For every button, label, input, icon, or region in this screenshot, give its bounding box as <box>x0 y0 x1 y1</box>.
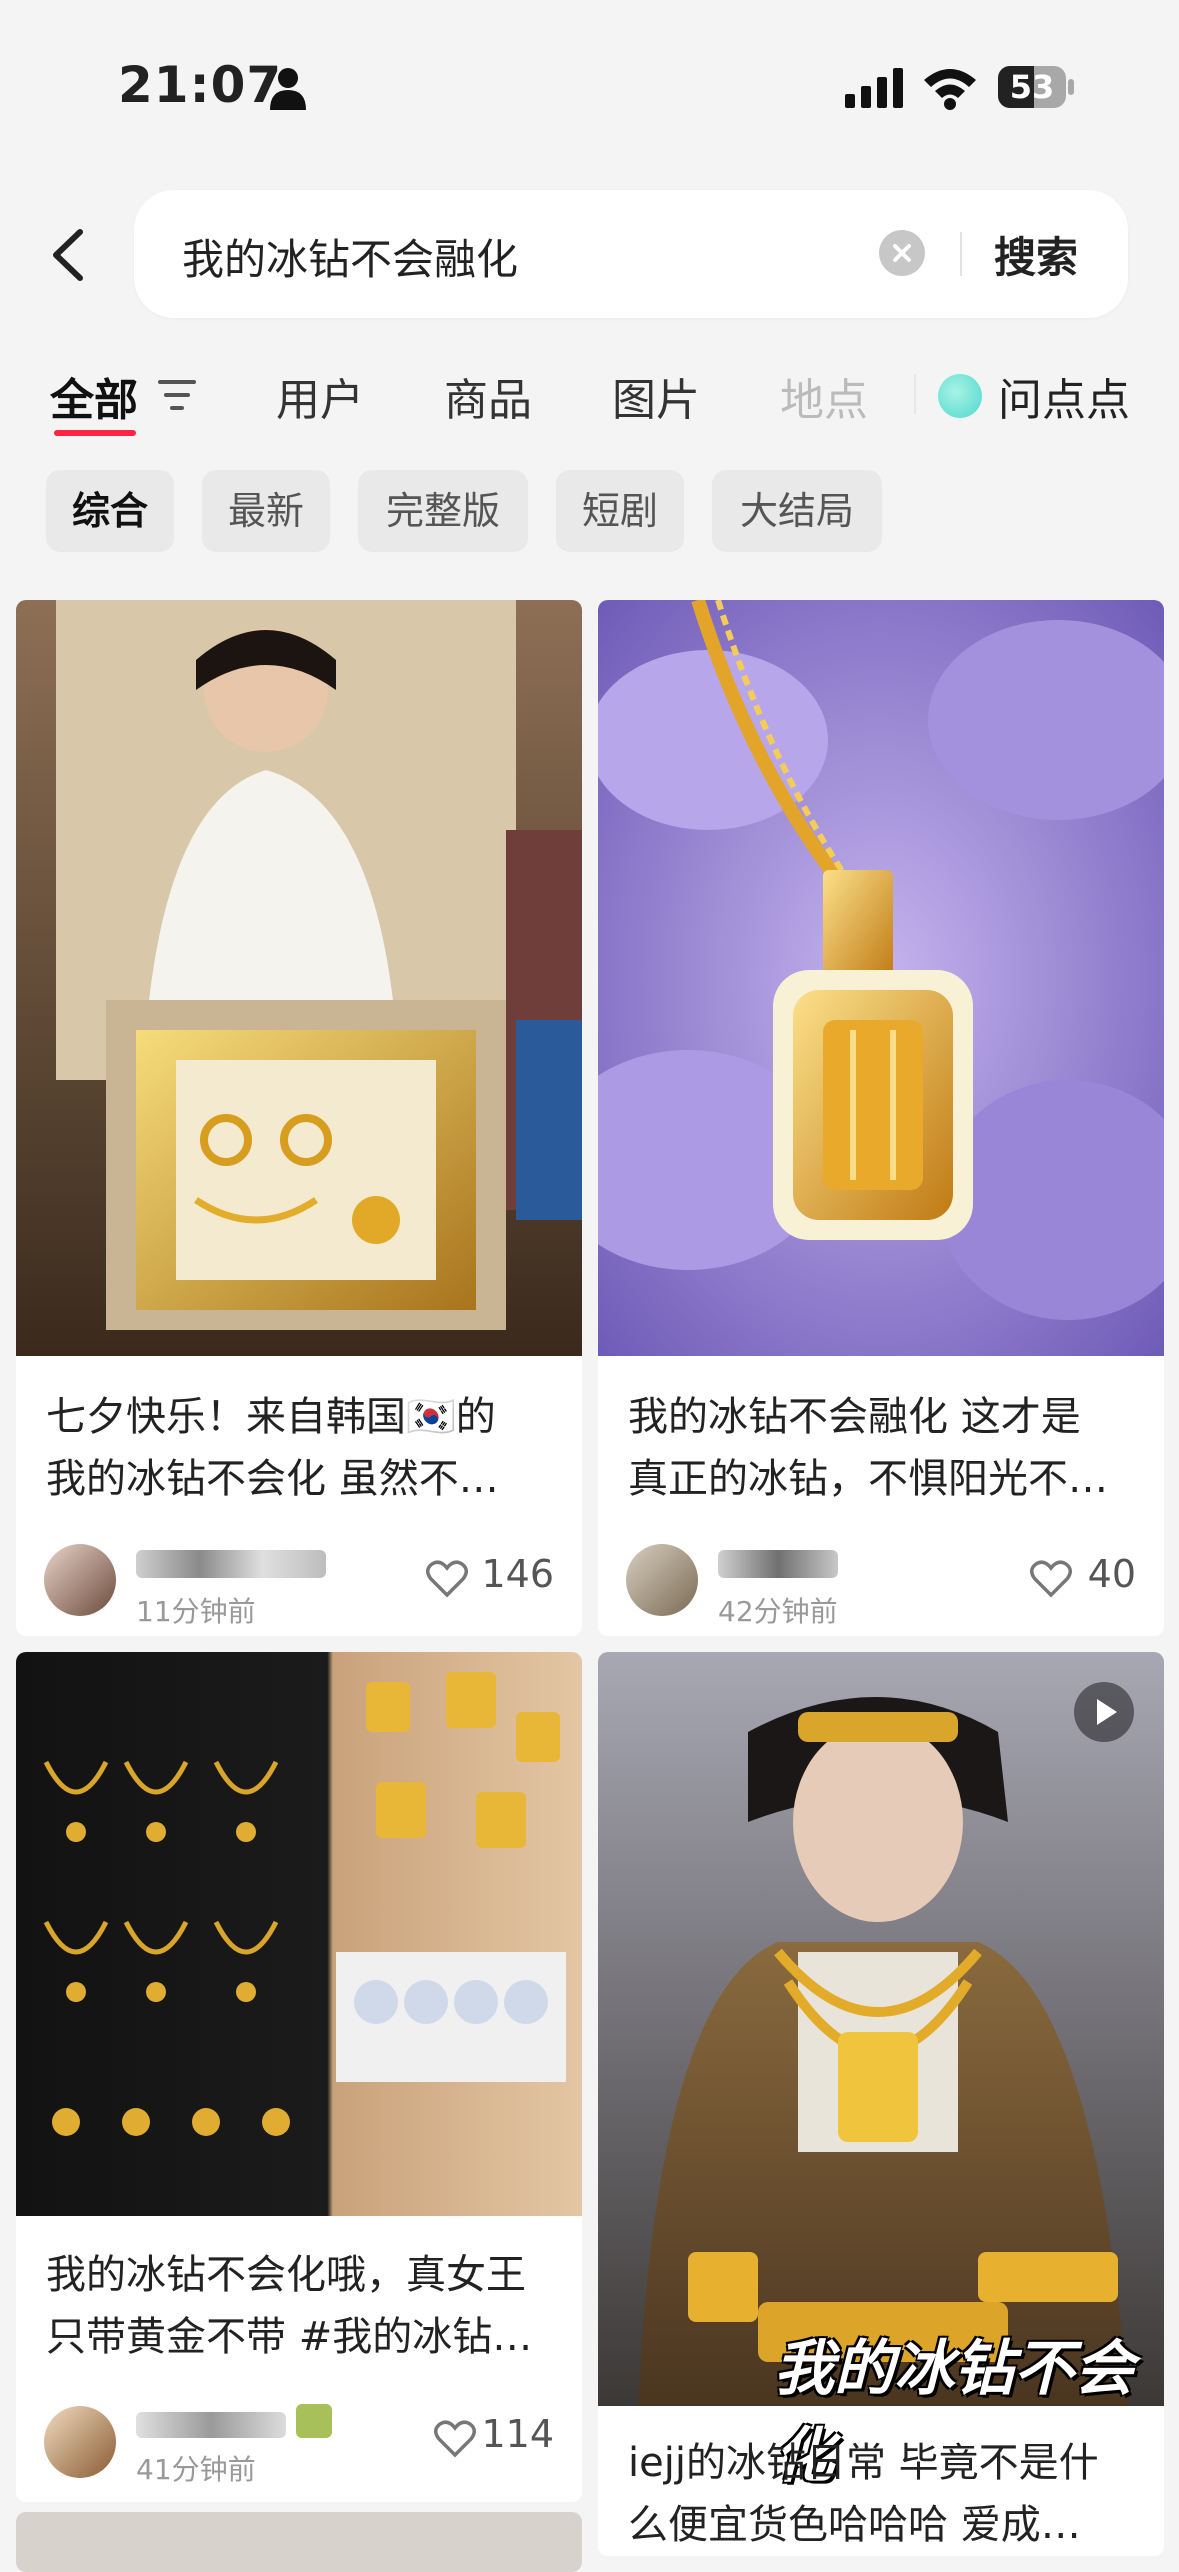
author-name-blurred[interactable] <box>718 1546 838 1582</box>
battery-indicator: 53 <box>998 66 1074 108</box>
status-bar: 21:07 53 <box>0 0 1179 150</box>
result-tabs: 全部 用户 商品 图片 地点 问点点 <box>0 350 1179 450</box>
heart-icon[interactable] <box>1030 1560 1072 1598</box>
clear-icon[interactable] <box>879 230 925 276</box>
like-count: 114 <box>481 2412 554 2456</box>
active-tab-underline <box>54 430 136 436</box>
card-title-line-1: 七夕快乐！来自韩国🇰🇷的 <box>46 1394 496 1440</box>
heart-icon[interactable] <box>426 1560 468 1598</box>
avatar[interactable] <box>44 1544 116 1616</box>
tab-ask[interactable]: 问点点 <box>998 364 1130 428</box>
post-time: 11分钟前 <box>136 1595 256 1628</box>
note-card-partial[interactable] <box>16 2512 582 2572</box>
search-bar[interactable]: 我的冰钻不会融化 搜索 <box>134 190 1128 318</box>
tab-places[interactable]: 地点 <box>780 364 868 428</box>
heart-icon[interactable] <box>434 2420 476 2458</box>
signal-icon <box>845 68 903 108</box>
filter-chips: 综合 最新 完整版 短剧 大结局 <box>0 470 1179 556</box>
wifi-icon <box>924 69 976 110</box>
photo-doll-video <box>598 1652 1164 2406</box>
ai-assistant-icon[interactable] <box>938 374 982 418</box>
chip-finale[interactable]: 大结局 <box>712 470 882 552</box>
tab-users[interactable]: 用户 <box>276 364 364 428</box>
card-title-line-2: 真正的冰钻，不惧阳光不… <box>628 1456 1108 1502</box>
search-button[interactable]: 搜索 <box>994 224 1078 285</box>
photo-gold-collection <box>16 1652 582 2216</box>
photo-jewelry-box <box>16 600 582 1356</box>
tab-products[interactable]: 商品 <box>444 364 532 428</box>
author-name-blurred[interactable] <box>136 2404 356 2440</box>
tab-all[interactable]: 全部 <box>50 364 138 428</box>
photo-pendant <box>598 600 1164 1356</box>
filter-icon[interactable] <box>158 378 198 412</box>
card-title-line-2: 只带黄金不带 #我的冰钻… <box>46 2314 533 2360</box>
video-play-icon[interactable] <box>1074 1682 1134 1742</box>
status-time: 21:07 <box>118 56 283 114</box>
chip-short-drama[interactable]: 短剧 <box>556 470 684 552</box>
search-input[interactable]: 我的冰钻不会融化 <box>182 226 518 287</box>
tab-images[interactable]: 图片 <box>612 364 700 428</box>
note-card[interactable]: 我的冰钻不会化哦，真女王 只带黄金不带 #我的冰钻… 41分钟前 114 <box>16 1652 582 2502</box>
card-title-line-1: 我的冰钻不会化哦，真女王 <box>46 2252 526 2298</box>
post-time: 42分钟前 <box>718 1595 838 1628</box>
note-card[interactable]: 我的冰钻不会融化 这才是 真正的冰钻，不惧阳光不… 42分钟前 40 <box>598 600 1164 1636</box>
chip-comprehensive[interactable]: 综合 <box>46 470 174 552</box>
note-card[interactable]: 七夕快乐！来自韩国🇰🇷的 我的冰钻不会化 虽然不… 11分钟前 146 <box>16 600 582 1636</box>
search-divider <box>960 232 962 276</box>
author-name-blurred[interactable] <box>136 1546 326 1582</box>
card-title-line-1: 我的冰钻不会融化 这才是 <box>628 1394 1081 1440</box>
person-icon <box>270 68 306 110</box>
post-time: 41分钟前 <box>136 2453 256 2486</box>
note-card[interactable]: 我的冰钻不会化 iejj的冰钻日常 毕竟不是什 么便宜货色哈哈哈 爱成… <box>598 1652 1164 2556</box>
avatar[interactable] <box>44 2406 116 2478</box>
tab-divider <box>914 374 916 414</box>
chip-latest[interactable]: 最新 <box>202 470 330 552</box>
back-arrow-icon[interactable] <box>40 220 100 290</box>
chip-full-version[interactable]: 完整版 <box>358 470 528 552</box>
card-title-line-2: 么便宜货色哈哈哈 爱成… <box>628 2502 1081 2548</box>
card-title-line-1: iejj的冰钻日常 毕竟不是什 <box>628 2440 1099 2486</box>
like-count: 40 <box>1087 1552 1136 1596</box>
avatar[interactable] <box>626 1544 698 1616</box>
like-count: 146 <box>481 1552 554 1596</box>
card-title-line-2: 我的冰钻不会化 虽然不… <box>46 1456 499 1502</box>
